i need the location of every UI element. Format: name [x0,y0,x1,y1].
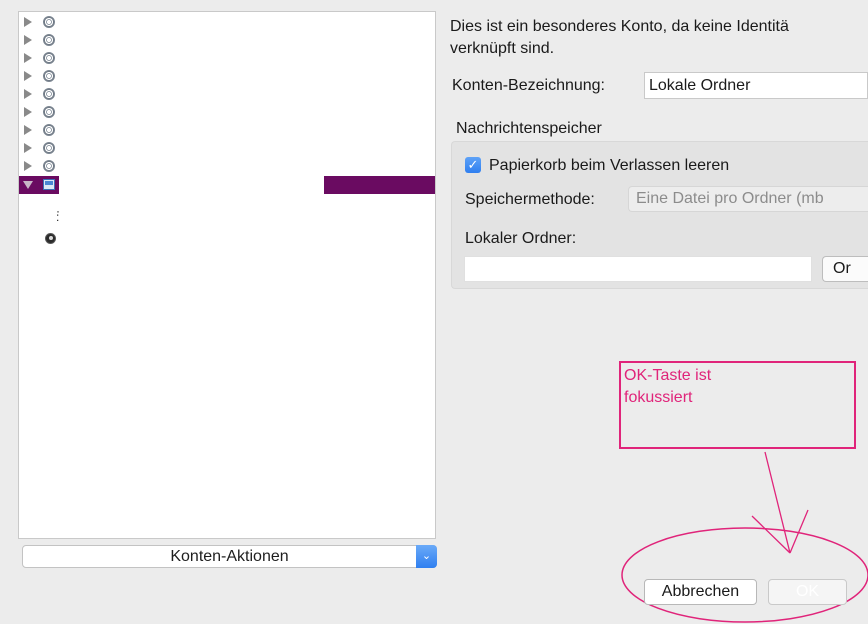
storage-method-label: Speichermethode: [465,191,595,208]
annotation-arrow [751,451,809,554]
annotation-note: OK-Taste ist fokussiert [619,361,856,449]
disclosure-triangle-icon[interactable] [24,35,32,45]
annotation-line-1: OK-Taste ist [624,367,712,384]
description-line-1: Dies ist ein besonderes Konto, da keine … [450,18,789,35]
tree-row-account-1[interactable] [19,14,435,32]
account-actions-label: Konten-Aktionen [170,548,289,565]
disclosure-triangle-open-icon[interactable] [23,181,33,189]
storage-method-select: Eine Datei pro Ordner (mb [628,186,868,212]
account-actions-dropdown[interactable]: Konten-Aktionen ⌄ [22,545,437,568]
empty-trash-label[interactable]: Papierkorb beim Verlassen leeren [489,157,729,175]
disclosure-triangle-icon[interactable] [24,89,32,99]
tree-row-account-4[interactable] [19,68,435,86]
browse-button[interactable]: Or [822,256,868,282]
tree-row-account-7[interactable] [19,122,435,140]
storage-group-title: Nachrichtenspeicher [456,120,602,137]
account-target-icon [43,16,55,28]
account-target-icon [43,160,55,172]
cancel-button[interactable]: Abbrechen [644,579,757,605]
account-target-icon [43,70,55,82]
disclosure-triangle-icon[interactable] [24,107,32,117]
description-line-2: verknüpft sind. [450,40,555,57]
account-name-field[interactable] [644,72,868,99]
disclosure-triangle-icon[interactable] [24,53,32,63]
disclosure-triangle-icon[interactable] [24,161,32,171]
smart-folder-icon[interactable] [45,233,56,244]
local-directory-field[interactable] [464,256,812,282]
tree-row-account-3[interactable] [19,50,435,68]
tree-row-account-9[interactable] [19,158,435,176]
tree-row-local-folders-selected[interactable] [19,176,435,194]
account-target-icon [43,142,55,154]
account-target-icon [43,88,55,100]
selection-highlight-bar [324,176,435,194]
disclosure-triangle-icon[interactable] [24,17,32,27]
account-target-icon [43,106,55,118]
account-tree[interactable]: ·: [18,11,436,539]
account-name-label: Konten-Bezeichnung: [452,77,605,94]
disclosure-triangle-icon[interactable] [24,125,32,135]
chevron-down-icon[interactable]: ⌄ [416,545,437,568]
local-folders-icon [43,179,55,190]
account-target-icon [43,52,55,64]
tree-row-account-6[interactable] [19,104,435,122]
disclosure-triangle-icon[interactable] [24,143,32,153]
tree-row-account-2[interactable] [19,32,435,50]
ok-button[interactable]: OK [768,579,847,605]
local-directory-label: Lokaler Ordner: [465,230,577,247]
annotation-ellipse [621,527,868,623]
account-target-icon [43,34,55,46]
tree-sub-item-marker: ·: [56,204,60,224]
account-description: Dies ist ein besonderes Konto, da keine … [450,16,868,60]
tree-row-account-5[interactable] [19,86,435,104]
account-target-icon [43,124,55,136]
tree-row-account-8[interactable] [19,140,435,158]
annotation-line-2: fokussiert [624,389,693,406]
disclosure-triangle-icon[interactable] [24,71,32,81]
empty-trash-checkbox[interactable]: ✓ [465,157,481,173]
